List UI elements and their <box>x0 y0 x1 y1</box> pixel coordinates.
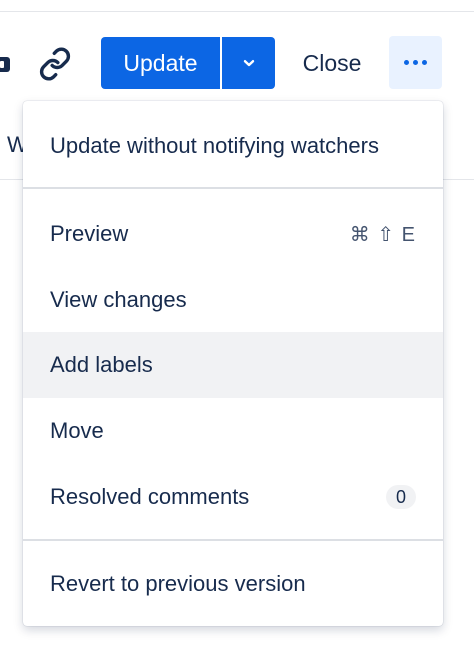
copy-link-button[interactable] <box>34 43 76 85</box>
menu-item-label: Preview <box>50 221 129 246</box>
menu-item-revert-to-previous-version[interactable]: Revert to previous version <box>23 551 443 617</box>
menu-item-label: Move <box>50 418 104 443</box>
menu-item-label: View changes <box>50 287 187 312</box>
menu-item-label: Add labels <box>50 352 153 377</box>
more-actions-button[interactable] <box>389 36 442 89</box>
menu-item-add-labels[interactable]: Add labels <box>23 332 443 398</box>
menu-item-preview[interactable]: Preview ⌘ ⇧ E <box>23 201 443 267</box>
menu-item-label: Revert to previous version <box>50 571 306 596</box>
keyboard-shortcut: ⌘ ⇧ E <box>349 223 416 246</box>
partial-toolbar-icon[interactable] <box>0 57 10 72</box>
update-split-button: Update <box>101 37 275 89</box>
more-actions-menu: Update without notifying watchers Previe… <box>23 101 443 626</box>
chevron-down-icon <box>243 60 254 67</box>
menu-item-view-changes[interactable]: View changes <box>23 267 443 333</box>
link-icon <box>39 47 71 81</box>
header-divider <box>0 11 474 12</box>
menu-divider <box>23 539 443 541</box>
count-badge: 0 <box>386 485 416 509</box>
close-button[interactable]: Close <box>290 37 374 89</box>
update-button[interactable]: Update <box>101 37 220 89</box>
menu-item-move[interactable]: Move <box>23 398 443 464</box>
menu-item-resolved-comments[interactable]: Resolved comments 0 <box>23 464 443 530</box>
menu-item-label: Resolved comments <box>50 484 250 509</box>
menu-divider <box>23 187 443 189</box>
more-horizontal-icon <box>404 60 427 65</box>
menu-item-update-without-notifying[interactable]: Update without notifying watchers <box>23 113 443 179</box>
menu-item-label: Update without notifying watchers <box>50 133 379 158</box>
update-options-button[interactable] <box>222 37 275 89</box>
